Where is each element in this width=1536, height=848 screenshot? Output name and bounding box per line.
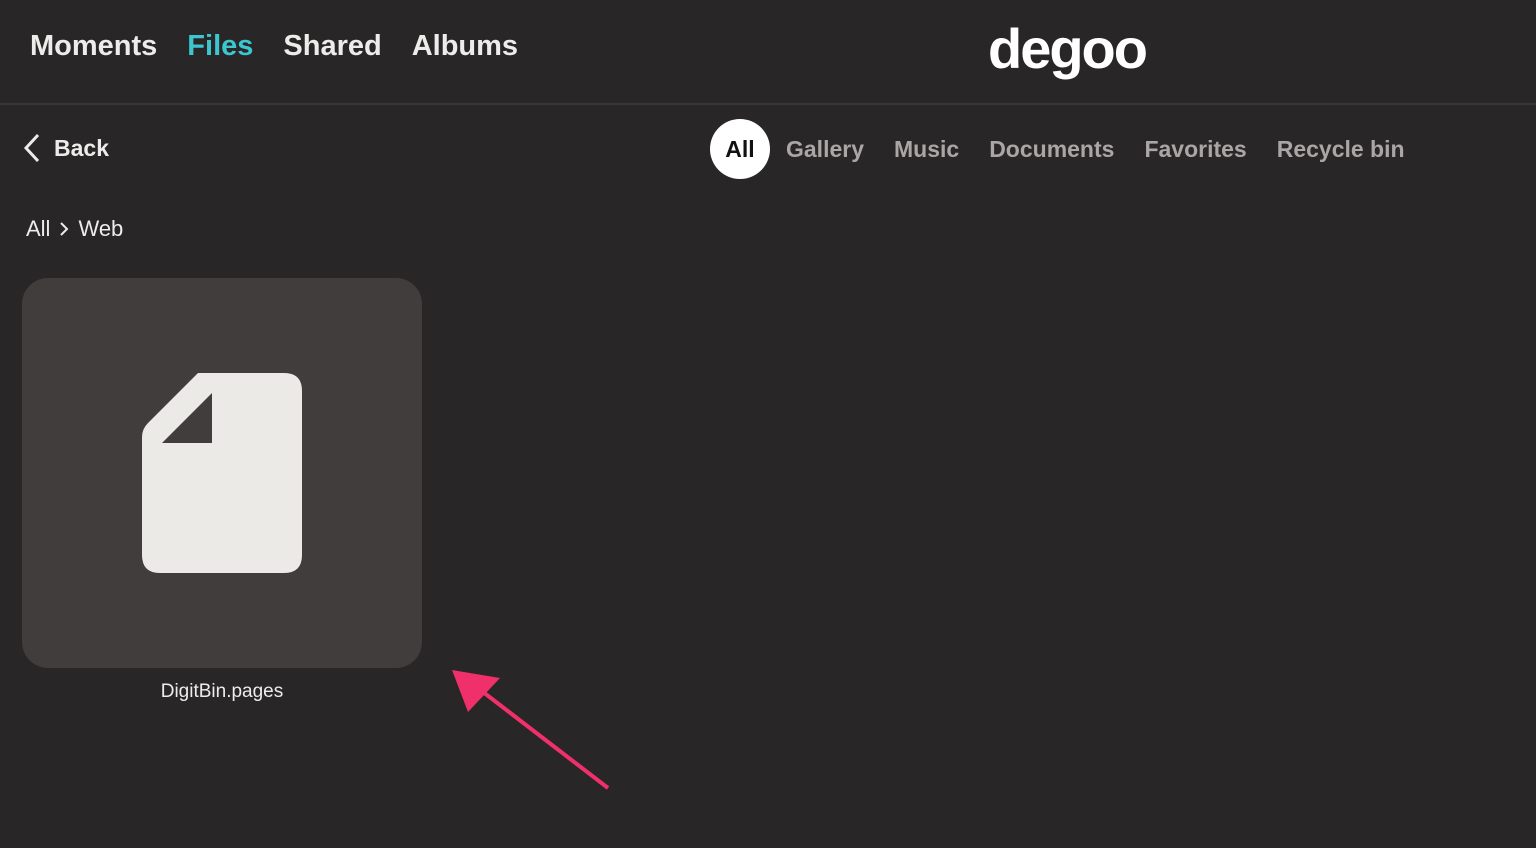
- filter-tabs: All Gallery Music Documents Favorites Re…: [710, 119, 1405, 179]
- breadcrumb: All Web: [26, 216, 123, 242]
- file-tile[interactable]: [22, 278, 422, 668]
- main-nav: Moments Files Shared Albums: [30, 30, 518, 63]
- tab-music[interactable]: Music: [894, 136, 959, 163]
- nav-shared[interactable]: Shared: [283, 30, 381, 63]
- degoo-logo[interactable]: degoo: [988, 16, 1148, 81]
- chevron-right-icon: [60, 222, 69, 236]
- file-name[interactable]: DigitBin.pages: [22, 681, 422, 703]
- nav-files[interactable]: Files: [187, 30, 253, 63]
- nav-moments[interactable]: Moments: [30, 30, 157, 63]
- tab-gallery[interactable]: Gallery: [786, 136, 864, 163]
- breadcrumb-web: Web: [78, 216, 124, 241]
- chevron-left-icon: [23, 133, 40, 163]
- tab-all[interactable]: All: [710, 119, 770, 179]
- tab-documents[interactable]: Documents: [989, 136, 1114, 163]
- nav-albums[interactable]: Albums: [412, 30, 518, 63]
- document-icon: [142, 373, 302, 573]
- tab-favorites[interactable]: Favorites: [1144, 136, 1246, 163]
- back-button[interactable]: Back: [22, 132, 109, 164]
- back-label: Back: [54, 134, 109, 161]
- tab-recycle-bin[interactable]: Recycle bin: [1277, 136, 1405, 163]
- breadcrumb-all[interactable]: All: [26, 216, 50, 242]
- annotation-arrow: [452, 670, 610, 790]
- header: Moments Files Shared Albums degoo: [0, 0, 1536, 105]
